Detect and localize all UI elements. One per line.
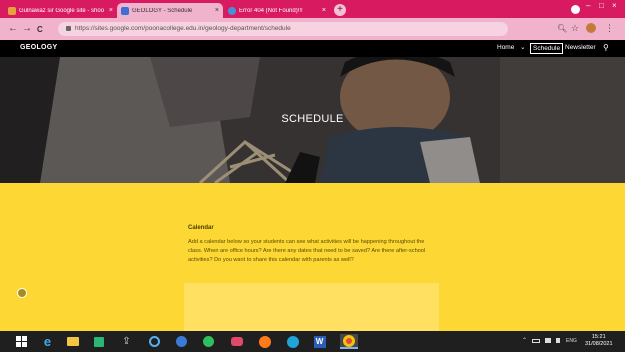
tab-label: Error 404 (Not Found)!!! <box>239 7 303 14</box>
windows-taskbar: e ⇪ W ⌃ ENG 15:21 31/08/2021 <box>0 331 625 352</box>
network-icon[interactable] <box>545 338 551 343</box>
calendar-description: Add a calendar below so your students ca… <box>188 239 426 263</box>
site-title[interactable]: GEOLOGY <box>20 44 58 51</box>
tab-gulnawaz-sir-site[interactable]: Gulnawaz sir Google site - shoo × <box>4 3 117 18</box>
firefox-icon[interactable] <box>257 334 272 349</box>
app-circle-blue-icon[interactable] <box>147 334 162 349</box>
forward-button[interactable]: → <box>22 23 32 35</box>
word-icon[interactable]: W <box>312 334 327 349</box>
chevron-down-icon[interactable]: ⌄ <box>520 44 525 51</box>
chrome-icon[interactable] <box>340 334 358 349</box>
battery-icon[interactable] <box>532 339 540 343</box>
browser-tab-strip: Gulnawaz sir Google site - shoo × GEOLOG… <box>0 0 625 18</box>
address-bar[interactable]: https://sites.google.com/poonacollege.ed… <box>58 22 508 36</box>
store-icon[interactable] <box>91 334 106 349</box>
search-icon[interactable]: ⚲ <box>603 43 609 52</box>
search-icon[interactable]: 🔍︎ <box>557 24 567 33</box>
edge-icon[interactable] <box>285 334 300 349</box>
system-clock[interactable]: 15:21 31/08/2021 <box>585 334 613 348</box>
lock-icon <box>66 25 71 31</box>
site-header: GEOLOGY Home ⌄ Schedule Newsletter ⚲ <box>0 40 625 57</box>
app-circle-dark-icon[interactable] <box>174 334 189 349</box>
whatsapp-icon[interactable] <box>201 334 216 349</box>
tab-close-icon[interactable]: × <box>215 7 219 14</box>
profile-avatar-icon[interactable] <box>586 23 596 33</box>
url-text: https://sites.google.com/poonacollege.ed… <box>75 25 291 32</box>
new-tab-button[interactable]: + <box>334 4 346 16</box>
main-content: Calendar Add a calendar below so your st… <box>0 183 625 331</box>
hero-banner: SCHEDULE <box>0 57 625 183</box>
google-sites-favicon-icon <box>121 6 129 15</box>
menu-icon[interactable]: ⋮ <box>605 23 614 34</box>
tab-label: Gulnawaz sir Google site - shoo <box>19 7 105 14</box>
clock-time: 15:21 <box>591 334 606 340</box>
google-sites-favicon-icon <box>8 6 16 15</box>
bookmark-star-icon[interactable]: ☆ <box>571 23 579 34</box>
close-window-button[interactable]: × <box>612 1 617 10</box>
file-explorer-icon[interactable] <box>65 334 80 349</box>
nav-home-label: Home <box>497 44 515 51</box>
windows-logo-icon <box>16 336 27 347</box>
tab-geology-schedule[interactable]: GEOLOGY - Schedule × <box>117 3 223 18</box>
calendar-heading: Calendar <box>188 225 214 231</box>
info-icon[interactable] <box>17 288 27 298</box>
minimize-button[interactable]: – <box>586 1 590 10</box>
tab-close-icon[interactable]: × <box>109 7 113 14</box>
internet-explorer-icon[interactable]: e <box>40 334 55 349</box>
calendar-embed-placeholder[interactable] <box>184 283 439 331</box>
nav-newsletter[interactable]: Newsletter <box>565 43 596 53</box>
tab-error-404[interactable]: Error 404 (Not Found)!!! × <box>224 3 330 18</box>
upload-icon[interactable]: ⇪ <box>119 334 134 349</box>
nav-home[interactable]: Home ⌄ <box>497 43 526 53</box>
tab-close-icon[interactable]: × <box>322 7 326 14</box>
media-player-icon[interactable] <box>229 334 244 349</box>
tray-overflow-icon[interactable]: ⌃ <box>522 337 527 344</box>
language-indicator[interactable]: ENG <box>566 338 577 344</box>
back-button[interactable]: ← <box>8 23 18 35</box>
volume-icon[interactable] <box>556 338 560 343</box>
browser-toolbar: ← → C https://sites.google.com/poonacoll… <box>0 18 625 40</box>
reload-button[interactable]: C <box>37 24 43 36</box>
page-title: SCHEDULE <box>281 113 344 125</box>
maximize-button[interactable]: □ <box>599 1 604 10</box>
tab-label: GEOLOGY - Schedule <box>132 7 193 14</box>
windows-start-icon[interactable] <box>14 334 29 349</box>
globe-favicon-icon <box>228 6 236 15</box>
profile-icon[interactable] <box>571 5 580 14</box>
nav-schedule[interactable]: Schedule <box>530 43 564 54</box>
clock-date: 31/08/2021 <box>585 341 613 347</box>
